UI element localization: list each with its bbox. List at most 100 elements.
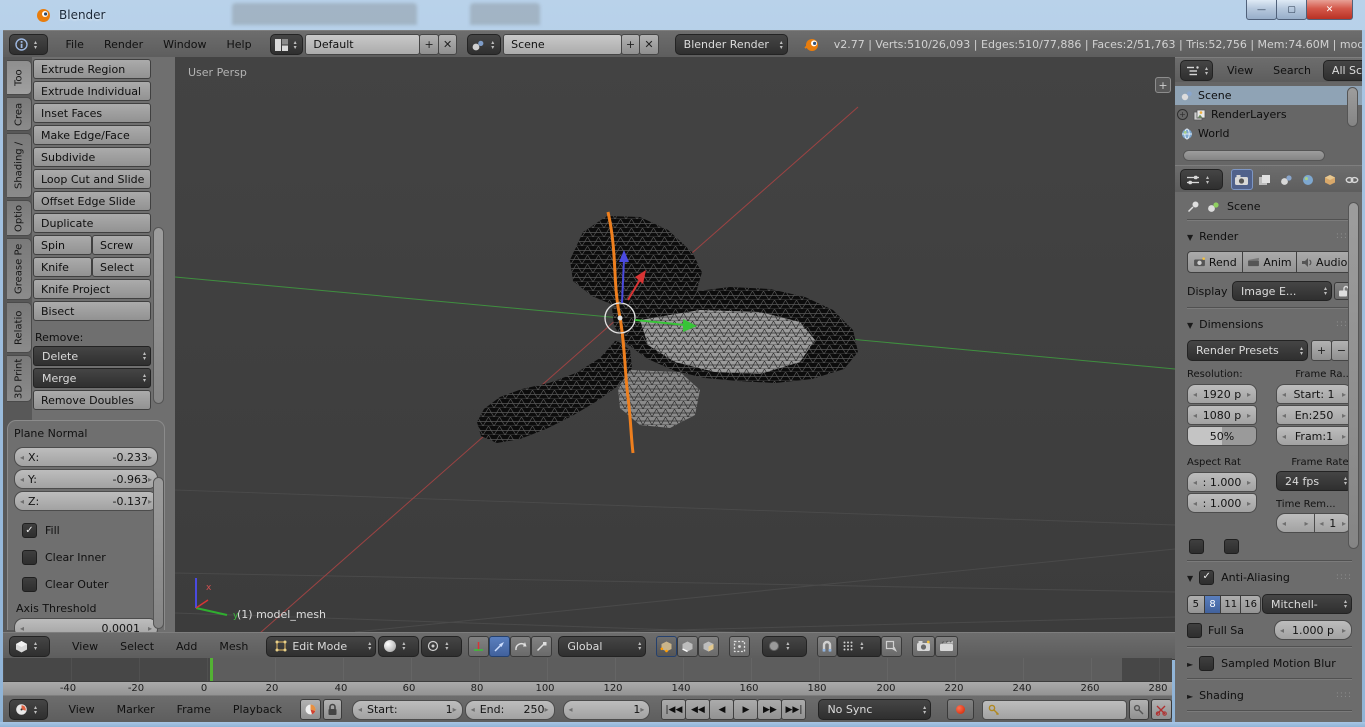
panel-grip-icon[interactable] (1336, 690, 1352, 700)
jump-to-end-button[interactable]: ▶▶| (781, 699, 806, 720)
increment-arrow-icon[interactable] (453, 705, 457, 714)
plane-normal-y-field[interactable]: Y:-0.963 (14, 469, 158, 489)
increment-arrow-icon[interactable] (148, 497, 152, 506)
increment-arrow-icon[interactable] (1304, 519, 1308, 528)
menu-select[interactable]: Select (110, 640, 164, 653)
remove-doubles-button[interactable]: Remove Doubles (33, 390, 151, 410)
increment-arrow-icon[interactable] (148, 475, 152, 484)
screen-layout-selector[interactable] (270, 34, 304, 55)
snap-toggle-button[interactable] (817, 636, 837, 657)
viewport-editor-type-selector[interactable] (9, 636, 50, 657)
resolution-percentage-slider[interactable]: 50% (1187, 426, 1257, 446)
knife-button[interactable]: Knife (33, 257, 92, 277)
offset-edge-slide-button[interactable]: Offset Edge Slide (33, 191, 151, 211)
current-frame-field[interactable]: 1 (563, 700, 651, 720)
face-select-mode-button[interactable] (698, 636, 719, 657)
menu-mesh[interactable]: Mesh (209, 640, 258, 653)
increment-arrow-icon[interactable] (1342, 626, 1346, 635)
opengl-render-animation-button[interactable] (935, 636, 958, 657)
make-edge-face-button[interactable]: Make Edge/Face (33, 125, 151, 145)
duplicate-button[interactable]: Duplicate (33, 213, 151, 233)
border-checkbox[interactable] (1189, 539, 1204, 554)
decrement-arrow-icon[interactable] (1282, 519, 1286, 528)
plane-normal-x-field[interactable]: X:-0.233 (14, 447, 158, 467)
full-sample-checkbox[interactable] (1187, 623, 1202, 638)
tab-3d-print[interactable]: 3D Print (7, 355, 32, 402)
aspect-y-field[interactable]: : 1.000 (1187, 493, 1257, 513)
timeline-track[interactable] (3, 658, 1172, 681)
fill-checkbox[interactable] (22, 523, 37, 538)
proportional-edit-selector[interactable] (762, 636, 807, 657)
outliner-item-world[interactable]: World (1175, 124, 1362, 143)
minimize-button[interactable]: — (1246, 0, 1277, 20)
time-indicator-icon[interactable] (300, 699, 321, 720)
insert-keyframe-button[interactable] (1129, 699, 1149, 720)
antialiasing-panel-header[interactable]: Anti-Aliasing (1187, 568, 1352, 586)
manipulator-toggle-button[interactable] (468, 636, 489, 657)
loop-cut-button[interactable]: Loop Cut and Slide (33, 169, 151, 189)
aa-samples-11-button[interactable]: 11 (1221, 596, 1241, 613)
edge-select-mode-button[interactable] (677, 636, 698, 657)
aspect-x-field[interactable]: : 1.000 (1187, 472, 1257, 492)
tab-options[interactable]: Optio (7, 200, 32, 236)
add-scene-button[interactable]: + (621, 34, 640, 55)
tab-shading[interactable]: Shading / (7, 133, 32, 198)
pin-icon[interactable] (1187, 200, 1200, 213)
tab-render-properties[interactable] (1231, 169, 1254, 190)
add-preset-button[interactable]: + (1311, 340, 1332, 361)
select-button[interactable]: Select (92, 257, 151, 277)
pivot-point-selector[interactable] (421, 636, 462, 657)
increment-arrow-icon[interactable] (1247, 411, 1251, 420)
sampled-motion-blur-panel-header[interactable]: Sampled Motion Blur (1187, 654, 1352, 672)
increment-arrow-icon[interactable] (1342, 432, 1346, 441)
delete-menu[interactable]: Delete (33, 346, 151, 366)
add-layout-button[interactable]: + (419, 34, 438, 55)
decrement-arrow-icon[interactable] (471, 705, 475, 714)
frame-rate-selector[interactable]: 24 fps (1276, 471, 1352, 491)
rotate-manipulator-button[interactable] (510, 636, 531, 657)
scene-selector[interactable] (467, 34, 501, 55)
outliner-horizontal-scrollbar[interactable] (1183, 150, 1325, 161)
scene-name-field[interactable]: Scene (503, 34, 622, 55)
screw-button[interactable]: Screw (92, 235, 151, 255)
region-expand-icon[interactable]: + (1155, 77, 1171, 93)
vertex-select-mode-button[interactable] (656, 636, 677, 657)
frame-end-field[interactable]: En:250 (1276, 405, 1352, 425)
aa-samples-16-button[interactable]: 16 (1241, 596, 1260, 613)
breadcrumb-scene[interactable]: Scene (1227, 200, 1261, 213)
aa-filter-selector[interactable]: Mitchell- (1262, 594, 1352, 614)
dimensions-panel-header[interactable]: Dimensions (1187, 315, 1352, 333)
snap-target-button[interactable] (881, 636, 902, 657)
menu-playback[interactable]: Playback (223, 703, 292, 716)
menu-window[interactable]: Window (153, 38, 216, 51)
time-remap-old-field[interactable] (1276, 513, 1315, 533)
menu-marker[interactable]: Marker (107, 703, 165, 716)
increment-arrow-icon[interactable] (1247, 478, 1251, 487)
frame-step-field[interactable]: Fram:1 (1276, 426, 1352, 446)
clear-inner-checkbox[interactable] (22, 550, 37, 565)
outliner-scope-selector[interactable]: All Sc (1323, 60, 1365, 81)
panel-grip-icon[interactable] (1336, 572, 1352, 582)
shading-panel-header[interactable]: Shading (1187, 686, 1352, 704)
menu-view[interactable]: View (62, 640, 108, 653)
menu-view[interactable]: View (1217, 64, 1263, 77)
operator-panel-scrollbar[interactable] (153, 477, 164, 629)
menu-render[interactable]: Render (94, 38, 153, 51)
viewport-shading-selector[interactable] (378, 636, 419, 657)
maximize-button[interactable]: ▢ (1276, 0, 1307, 20)
knife-project-button[interactable]: Knife Project (33, 279, 151, 299)
tab-world-properties[interactable] (1298, 170, 1319, 189)
resolution-y-field[interactable]: 1080 p (1187, 405, 1257, 425)
render-presets-selector[interactable]: Render Presets (1187, 340, 1308, 361)
outliner-vertical-scrollbar[interactable] (1347, 87, 1358, 127)
motion-blur-checkbox[interactable] (1199, 656, 1214, 671)
jump-to-start-button[interactable]: |◀◀ (661, 699, 686, 720)
auto-keyframe-record-button[interactable] (947, 699, 974, 720)
delete-layout-button[interactable]: ✕ (438, 34, 457, 55)
tab-scene-properties[interactable] (1276, 170, 1297, 189)
opengl-render-image-button[interactable] (912, 636, 935, 657)
lock-icon[interactable] (323, 699, 342, 720)
close-button[interactable]: ✕ (1306, 0, 1353, 20)
inset-faces-button[interactable]: Inset Faces (33, 103, 151, 123)
increment-arrow-icon[interactable] (545, 705, 549, 714)
